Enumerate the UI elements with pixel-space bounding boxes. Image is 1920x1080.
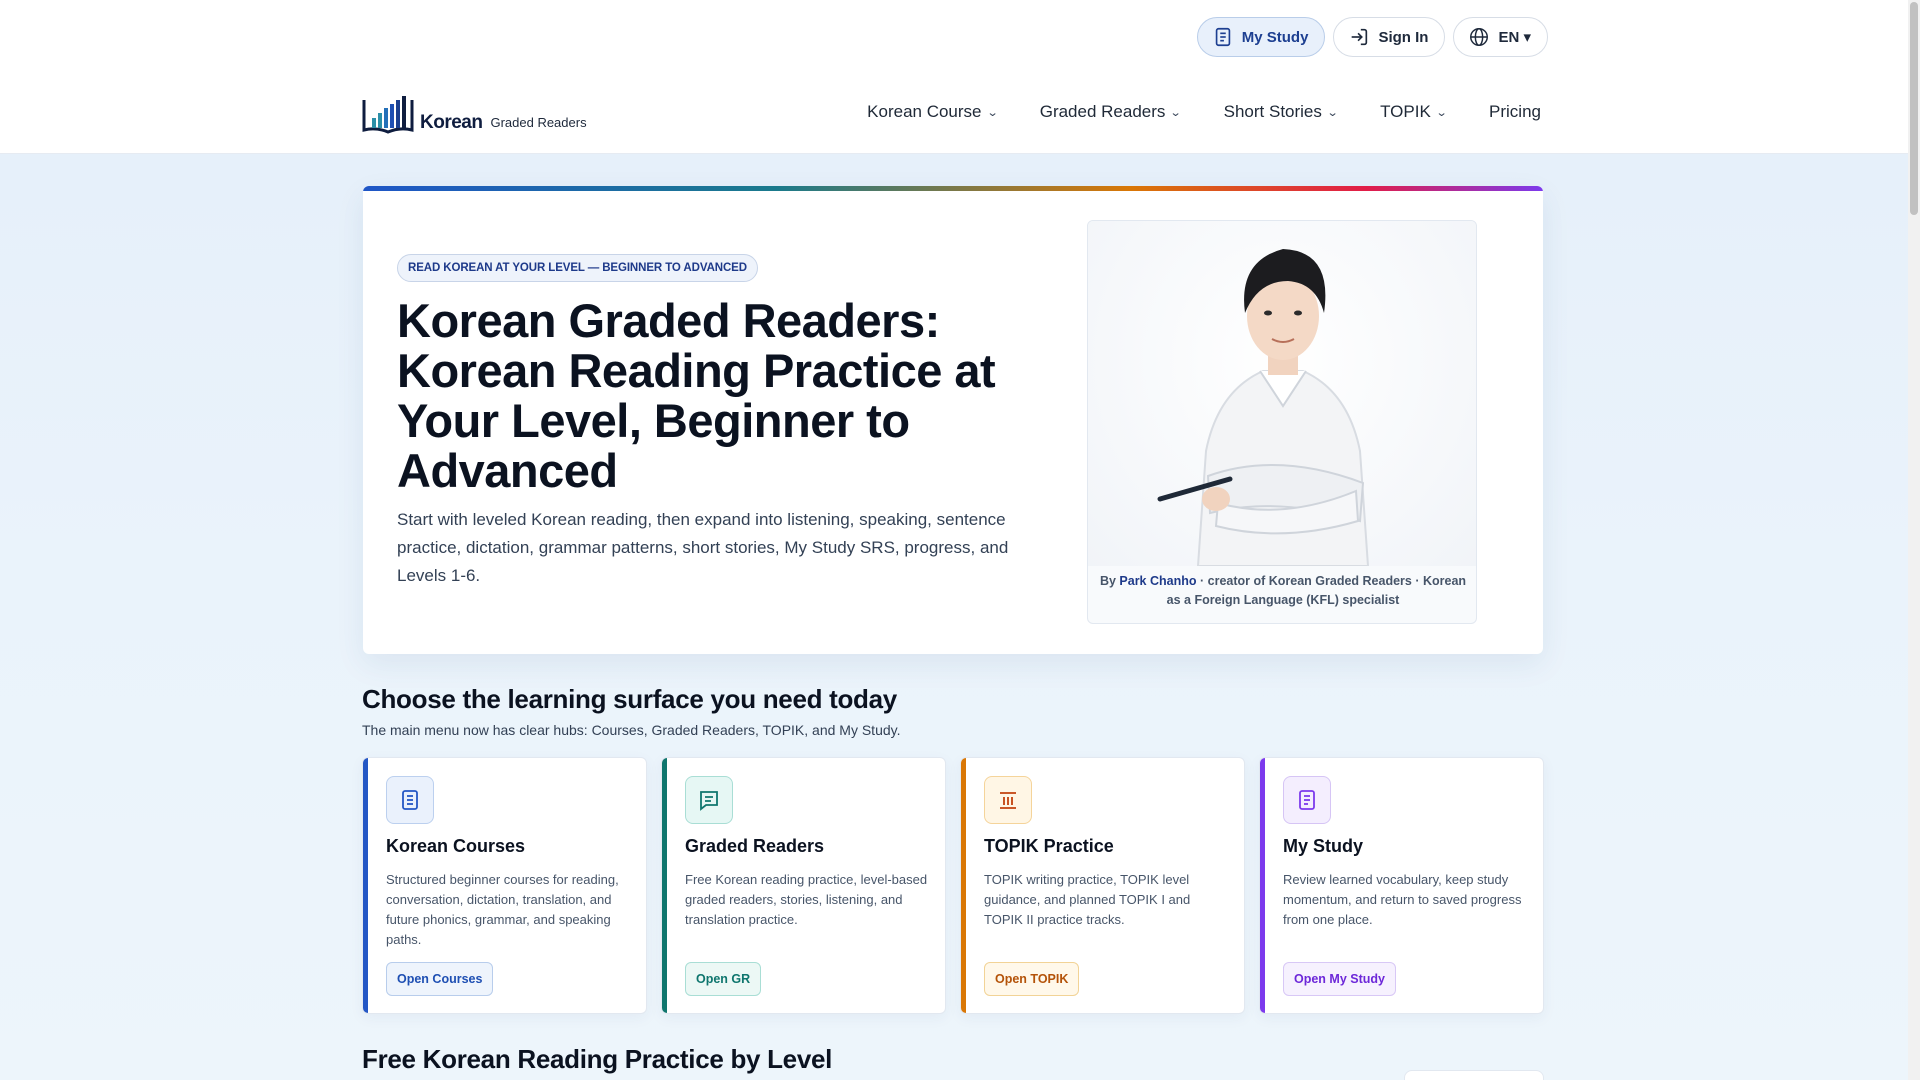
main-nav: Korean Course ⌄ Graded Readers ⌄ Short S… [867, 102, 1541, 122]
card-description: Free Korean reading practice, level-base… [685, 872, 928, 927]
my-study-label: My Study [1241, 28, 1309, 46]
nav-label: Graded Readers [1039, 102, 1166, 121]
partial-control[interactable] [1404, 1070, 1544, 1080]
card-description: TOPIK writing practice, TOPIK level guid… [984, 872, 1191, 927]
nav-topik[interactable]: TOPIK ⌄ [1380, 102, 1448, 122]
card-accent [363, 758, 368, 1013]
open-my-study-button[interactable]: Open My Study [1283, 962, 1396, 996]
open-gr-button[interactable]: Open GR [685, 962, 762, 996]
author-name-link[interactable]: Park Chanho [1119, 574, 1196, 588]
hero-gradient-stripe [363, 186, 1543, 191]
sign-in-label: Sign In [1378, 28, 1429, 46]
hero-badge: READ KOREAN AT YOUR LEVEL — BEGINNER TO … [397, 254, 758, 282]
card-icon-tile [1283, 776, 1331, 824]
author-portrait-illustration [1157, 249, 1370, 566]
chevron-down-icon: ⌄ [1435, 106, 1448, 119]
nav-label: Pricing [1489, 102, 1541, 121]
card-accent [662, 758, 667, 1013]
scrollbar-thumb[interactable] [1910, 2, 1918, 215]
utility-bar: My Study Sign In EN ▾ [1196, 17, 1548, 57]
caption-text: · creator of Korean Graded Readers · Kor… [1166, 574, 1467, 607]
nav-graded-readers[interactable]: Graded Readers ⌄ [1039, 102, 1183, 122]
nav-label: TOPIK [1380, 102, 1431, 121]
site-logo[interactable]: Korean Graded Readers [362, 94, 587, 134]
columns-icon [1000, 792, 1016, 809]
card-accent [961, 758, 966, 1013]
nav-short-stories[interactable]: Short Stories ⌄ [1223, 102, 1339, 122]
author-caption: By Park Chanho · creator of Korean Grade… [1098, 572, 1468, 610]
card-icon-tile [386, 776, 434, 824]
my-study-button[interactable]: My Study [1196, 17, 1326, 57]
card-korean-courses: Korean Courses Structured beginner cours… [362, 757, 647, 1014]
card-icon-tile [685, 776, 733, 824]
reading-practice-title: Free Korean Reading Practice by Level [362, 1044, 833, 1074]
card-title: Graded Readers [685, 836, 825, 856]
card-title: Korean Courses [386, 836, 526, 856]
open-topik-button[interactable]: Open TOPIK [984, 962, 1080, 996]
logo-wordmark-primary: Korean [420, 112, 483, 133]
card-description: Review learned vocabulary, keep study mo… [1283, 872, 1522, 927]
site-header: My Study Sign In EN ▾ Korean Graded Read… [0, 0, 1908, 154]
hero-card: READ KOREAN AT YOUR LEVEL — BEGINNER TO … [363, 186, 1543, 654]
card-title: TOPIK Practice [984, 836, 1114, 856]
nav-label: Korean Course [867, 102, 982, 121]
section-title: Choose the learning surface you need tod… [362, 684, 897, 714]
card-icon-tile [984, 776, 1032, 824]
notebook-icon [1299, 790, 1315, 810]
author-photo [1088, 221, 1476, 566]
section-subtitle: The main menu now has clear hubs: Course… [362, 722, 901, 738]
caption-prefix: By [1099, 574, 1120, 588]
logo-wordmark-secondary: Graded Readers [490, 115, 587, 130]
card-accent [1260, 758, 1265, 1013]
nav-label: Short Stories [1223, 102, 1322, 121]
author-card: By Park Chanho · creator of Korean Grade… [1087, 220, 1477, 624]
page-scrollbar[interactable] [1908, 0, 1920, 1080]
card-description: Structured beginner courses for reading,… [386, 872, 619, 947]
language-selector[interactable]: EN ▾ [1453, 17, 1548, 57]
open-courses-button[interactable]: Open Courses [386, 962, 494, 996]
logo-book-icon [362, 96, 414, 134]
card-topik-practice: TOPIK Practice TOPIK writing practice, T… [960, 757, 1245, 1014]
sign-in-button[interactable]: Sign In [1333, 17, 1446, 57]
chevron-down-icon: ⌄ [1326, 106, 1339, 119]
card-my-study: My Study Review learned vocabulary, keep… [1259, 757, 1544, 1014]
page-title: Korean Graded Readers: Korean Reading Pr… [397, 294, 996, 497]
card-graded-readers: Graded Readers Free Korean reading pract… [661, 757, 946, 1014]
surface-cards: Korean Courses Structured beginner cours… [362, 757, 1544, 1014]
hero-description: Start with leveled Korean reading, then … [397, 510, 1009, 585]
globe-icon [1470, 28, 1489, 46]
language-label: EN ▾ [1498, 29, 1531, 46]
chevron-down-icon: ⌄ [1170, 106, 1183, 119]
chevron-down-icon: ⌄ [986, 106, 999, 119]
message-icon [700, 791, 718, 811]
sign-in-icon [1352, 28, 1368, 46]
nav-pricing[interactable]: Pricing [1489, 102, 1541, 122]
document-icon [402, 790, 418, 810]
card-title: My Study [1283, 836, 1364, 856]
notebook-icon [1215, 27, 1231, 47]
nav-korean-course[interactable]: Korean Course ⌄ [867, 102, 999, 122]
